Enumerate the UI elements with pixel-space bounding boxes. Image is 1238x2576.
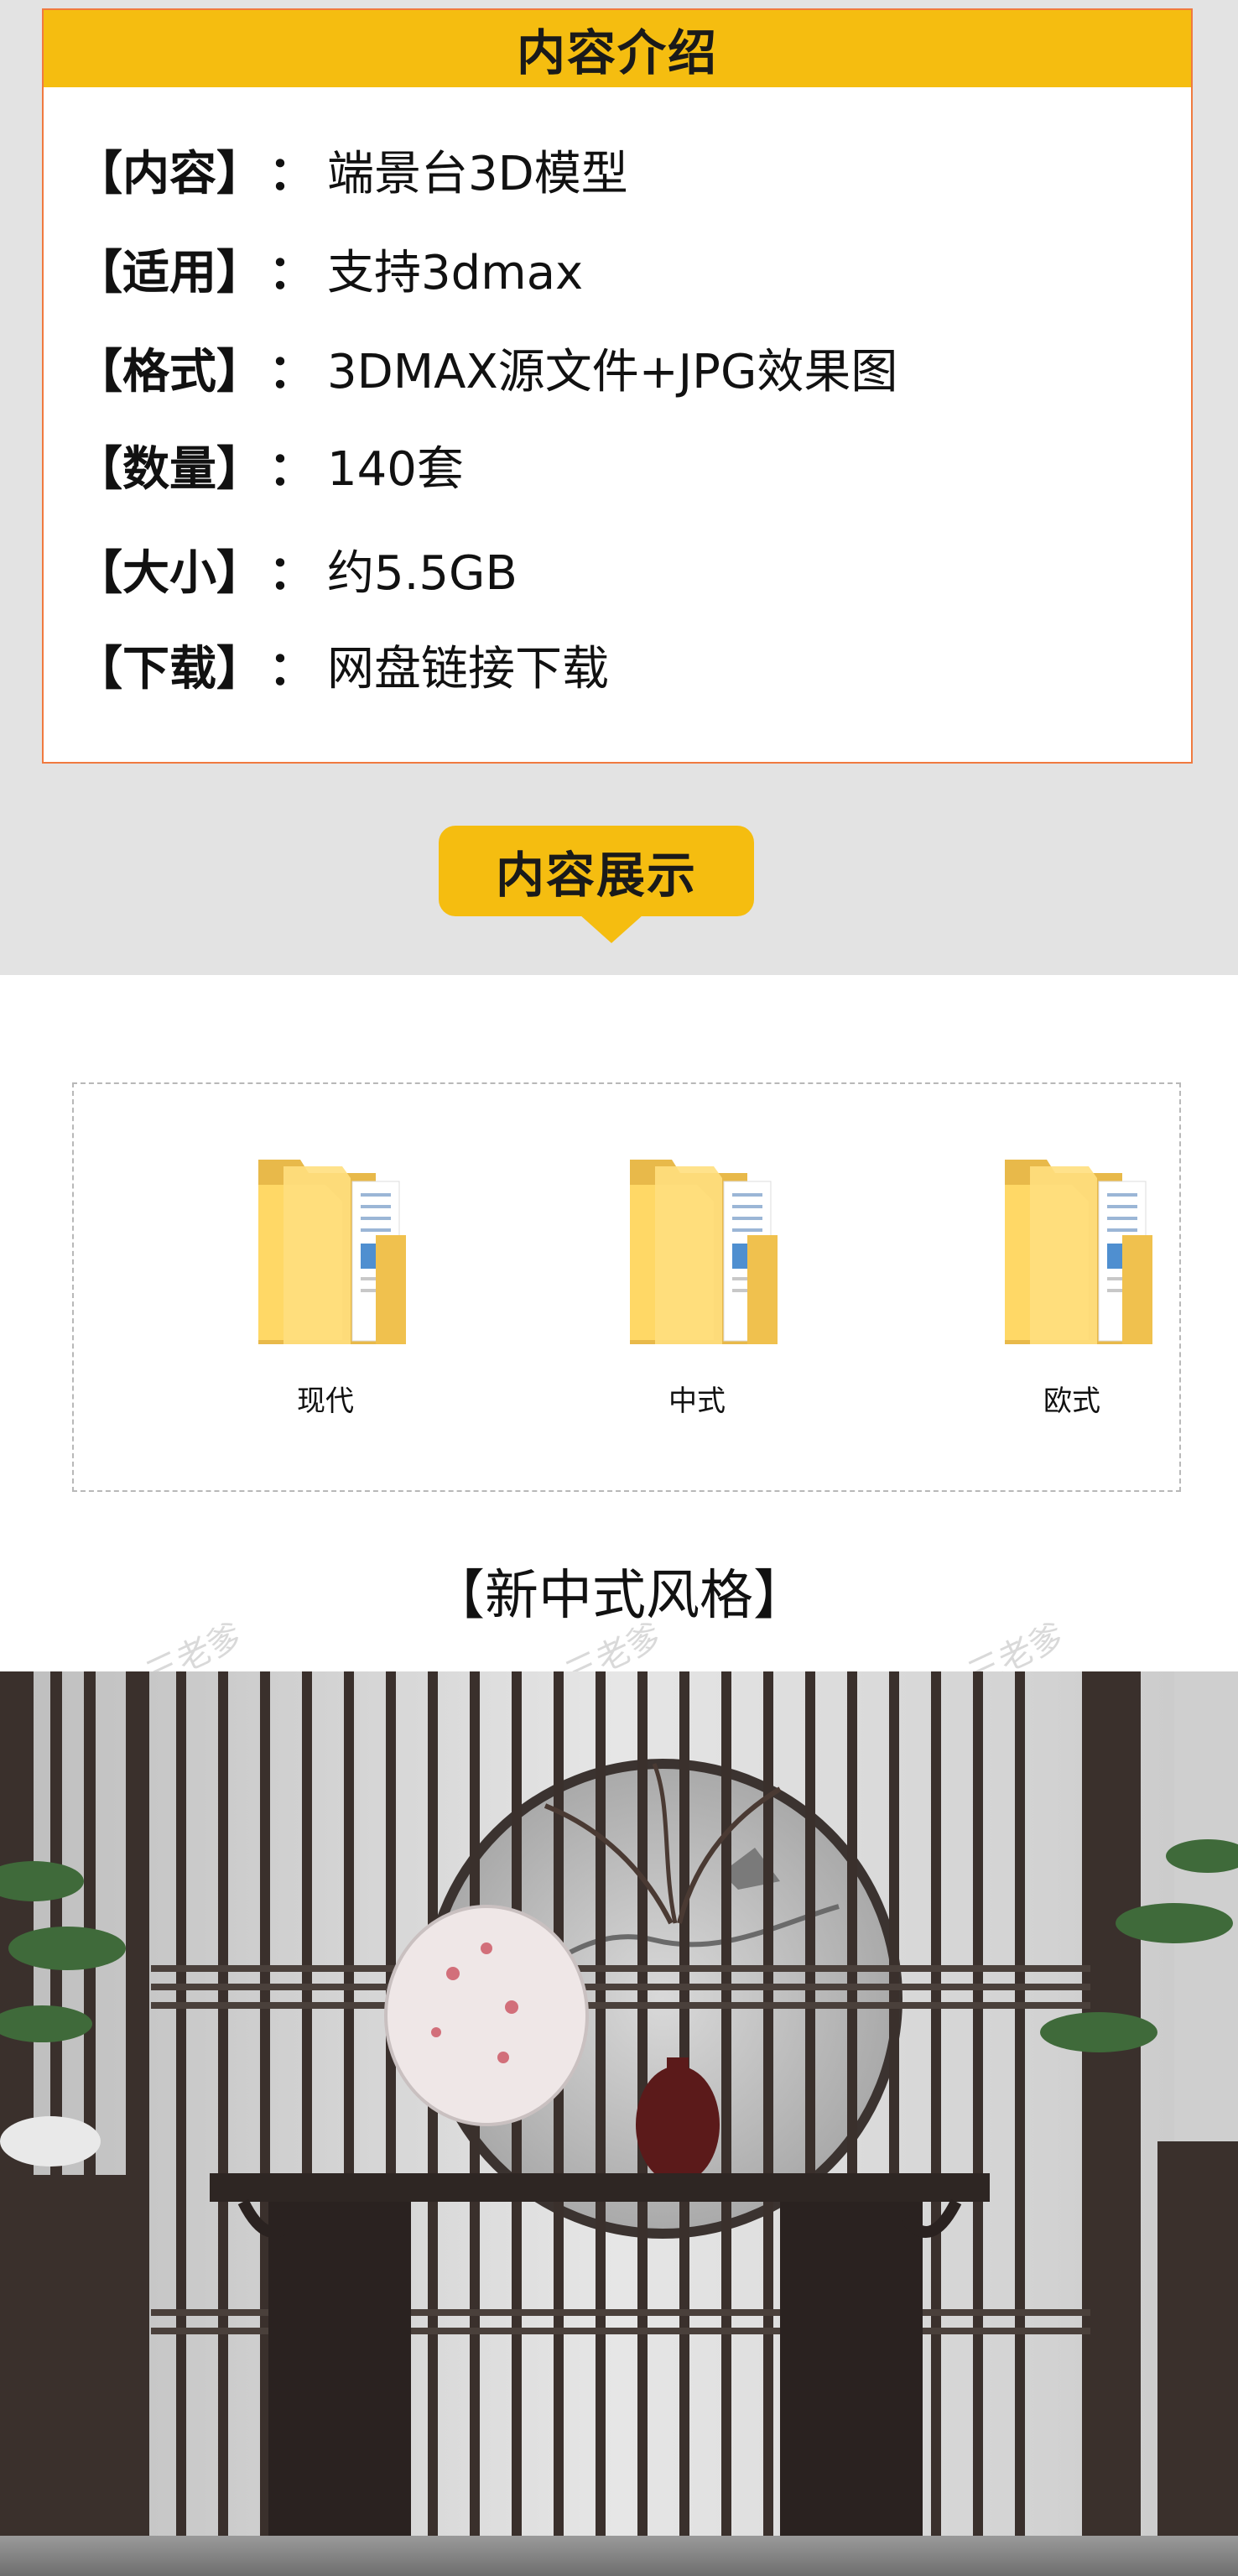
intro-row-label: 【大小】 bbox=[75, 545, 263, 601]
intro-row-label: 【数量】 bbox=[75, 441, 263, 497]
folder-chinese[interactable]: 中式 bbox=[588, 1134, 806, 1428]
folder-european[interactable]: 欧式 bbox=[963, 1134, 1181, 1428]
intro-row-label: 【格式】 bbox=[75, 344, 263, 399]
intro-header: 内容介绍 bbox=[44, 10, 1191, 87]
console-table-render bbox=[0, 1671, 1238, 2576]
intro-row-value: 端景台3D模型 bbox=[327, 146, 628, 201]
intro-row-sep: ： bbox=[268, 641, 315, 696]
intro-row-sep: ： bbox=[268, 344, 315, 399]
folder-name: 现代 bbox=[297, 1384, 354, 1418]
display-badge: 内容展示 bbox=[439, 826, 754, 916]
intro-title: 内容介绍 bbox=[516, 24, 718, 81]
display-badge-label: 内容展示 bbox=[495, 847, 697, 904]
folder-name: 中式 bbox=[668, 1384, 726, 1418]
folder-icon bbox=[630, 1160, 778, 1344]
intro-row-applicable: 【适用】 ： 支持3dmax bbox=[75, 235, 583, 302]
intro-row-content: 【内容】 ： 端景台3D模型 bbox=[75, 136, 628, 203]
intro-row-quantity: 【数量】 ： 140套 bbox=[75, 431, 464, 498]
badge-pointer bbox=[580, 915, 643, 943]
folder-icon bbox=[258, 1160, 406, 1344]
intro-row-value: 网盘链接下载 bbox=[327, 641, 609, 696]
intro-row-value: 140套 bbox=[327, 441, 464, 497]
intro-row-download: 【下载】 ： 网盘链接下载 bbox=[75, 631, 609, 698]
intro-row-sep: ： bbox=[268, 245, 315, 300]
folder-icon bbox=[1005, 1160, 1152, 1344]
intro-row-value: 约5.5GB bbox=[327, 545, 518, 601]
intro-row-size: 【大小】 ： 约5.5GB bbox=[75, 535, 518, 602]
intro-row-sep: ： bbox=[268, 441, 315, 497]
intro-row-format: 【格式】 ： 3DMAX源文件+JPG效果图 bbox=[75, 334, 897, 401]
intro-row-label: 【适用】 bbox=[75, 245, 263, 300]
interior-image bbox=[0, 1671, 1238, 2576]
intro-row-sep: ： bbox=[268, 545, 315, 601]
intro-row-sep: ： bbox=[268, 146, 315, 201]
intro-card: 内容介绍 【内容】 ： 端景台3D模型 【适用】 ： 支持3dmax 【格式】 … bbox=[42, 8, 1193, 764]
intro-row-value: 支持3dmax bbox=[327, 245, 584, 300]
folder-name: 欧式 bbox=[1043, 1384, 1100, 1418]
intro-row-label: 【内容】 bbox=[75, 146, 263, 201]
folder-modern[interactable]: 现代 bbox=[216, 1134, 434, 1428]
intro-row-value: 3DMAX源文件+JPG效果图 bbox=[327, 344, 898, 399]
folders-panel: 现代 中式 欧式 bbox=[72, 1082, 1181, 1492]
intro-row-label: 【下载】 bbox=[75, 641, 263, 696]
